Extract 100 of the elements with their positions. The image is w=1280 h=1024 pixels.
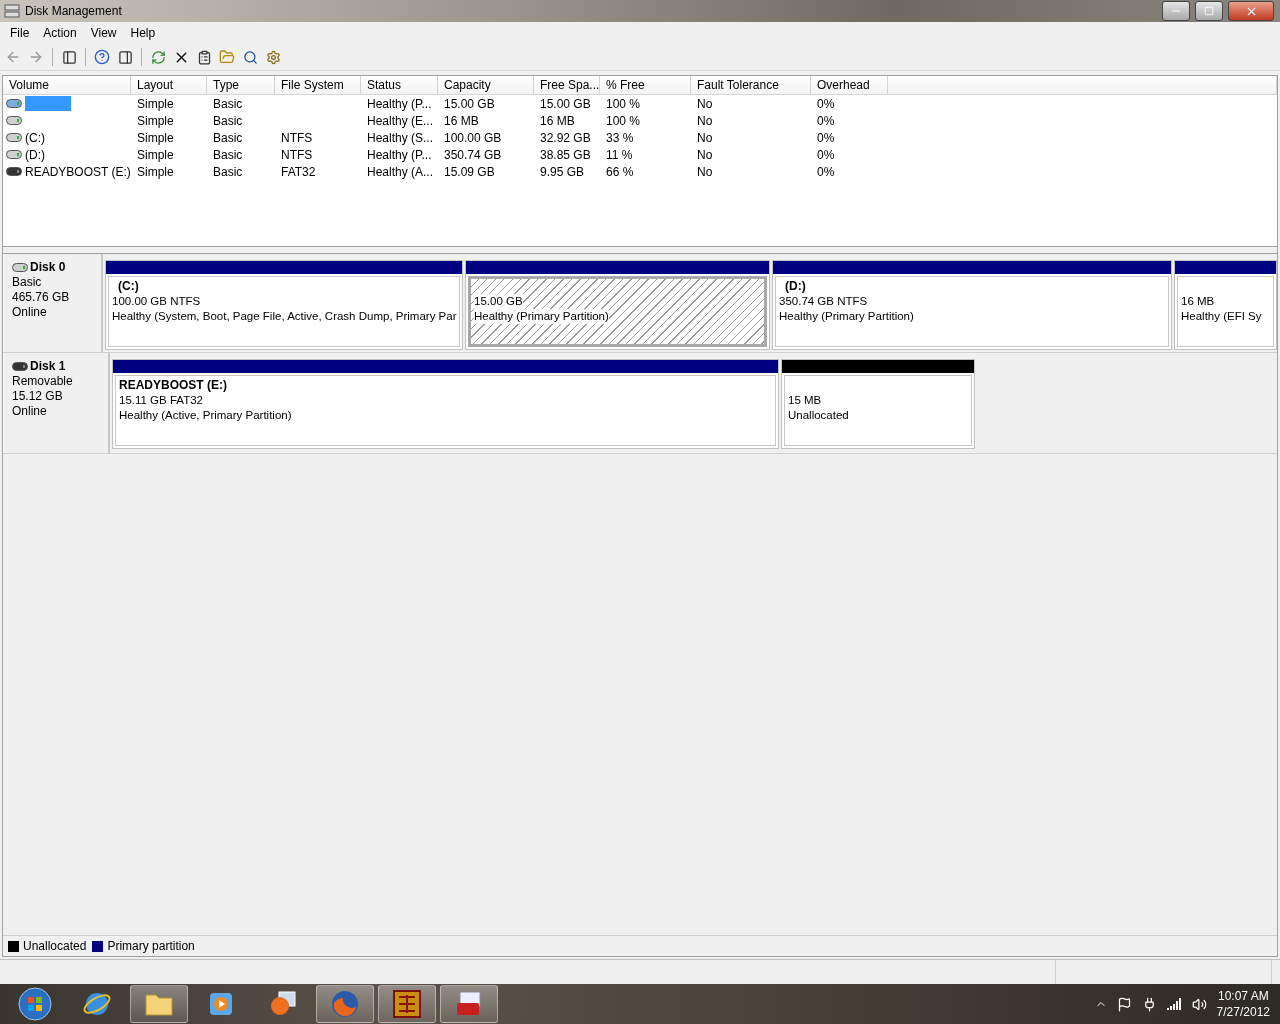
table-row[interactable]: Simple Basic Healthy (E... 16 MB 16 MB 100 % No 0%: [3, 112, 1277, 129]
toolbox-icon[interactable]: [440, 985, 498, 1023]
column-header[interactable]: Status: [361, 76, 438, 95]
menu-item[interactable]: Help: [123, 26, 163, 40]
partition-block[interactable]: READYBOOST (E:) 15.11 GB FAT32 Healthy (Active, Primary Partition): [112, 359, 779, 449]
table-cell: Simple: [137, 147, 174, 162]
disk-status: Online: [12, 305, 48, 320]
table-cell: 11 %: [606, 147, 633, 162]
disk-size: 465.76 GB: [12, 290, 71, 305]
table-cell: 15.00 GB: [444, 96, 495, 111]
folder-icon[interactable]: [130, 985, 188, 1023]
table-cell: No: [697, 164, 713, 179]
column-header[interactable]: Volume: [3, 76, 131, 95]
help-icon[interactable]: [93, 48, 111, 66]
table-cell: 0%: [817, 96, 835, 111]
partition-block[interactable]: (D:) 350.74 GB NTFS Healthy (Primary Partition): [772, 260, 1172, 350]
table-cell: No: [697, 113, 713, 128]
disk-info-panel[interactable]: Disk 1 Removable 15.12 GB Online: [3, 353, 110, 453]
table-cell: 15.09 GB: [444, 164, 495, 179]
table-cell: 33 %: [606, 130, 634, 145]
partition-status: Healthy (EFI Sy: [1181, 309, 1262, 324]
column-header[interactable]: Fault Tolerance: [691, 76, 811, 95]
table-cell: Basic: [213, 113, 243, 128]
minimize-button[interactable]: [1162, 1, 1190, 21]
partition-status: Healthy (System, Boot, Page File, Active, Crash Dump, Primary Par: [112, 309, 457, 324]
flag-icon[interactable]: [1116, 996, 1132, 1012]
table-cell: Basic: [213, 164, 243, 179]
disk-size: 15.12 GB: [12, 389, 64, 404]
legend-label: Unallocated: [23, 939, 87, 953]
table-cell: NTFS: [281, 130, 313, 145]
table-cell: 350.74 GB: [444, 147, 502, 162]
table-cell: 16 MB: [540, 113, 575, 128]
table-cell: READYBOOST (E:): [25, 164, 131, 179]
folder-icon[interactable]: [218, 48, 236, 66]
drive-icon: [12, 263, 28, 272]
clock[interactable]: 10:07 AM 7/27/2012: [1216, 988, 1270, 1020]
menu-item[interactable]: Action: [36, 26, 84, 40]
settings-icon[interactable]: [264, 48, 282, 66]
table-cell: Simple: [137, 113, 174, 128]
app-icon: [4, 4, 20, 18]
table-row[interactable]: (C:) Simple Basic NTFS Healthy (S... 100.00 GB 32.92 GB 33 % No 0%: [3, 129, 1277, 146]
signal-icon[interactable]: [1166, 998, 1182, 1010]
partition-block[interactable]: (C:) 100.00 GB NTFS Healthy (System, Boot, Page File, Active, Crash Dump, Primary Par: [105, 260, 463, 350]
table-cell: Basic: [213, 96, 243, 111]
table-cell: (D:): [25, 147, 45, 162]
column-header[interactable]: Free Spa...: [534, 76, 600, 95]
table-cell: Simple: [137, 130, 174, 145]
close-button[interactable]: [1228, 1, 1274, 21]
table-cell: 0%: [817, 164, 835, 179]
menu-item[interactable]: File: [3, 26, 37, 40]
table-cell: 32.92 GB: [540, 130, 591, 145]
table-cell: No: [697, 147, 713, 162]
partition-label: READYBOOST (E:): [119, 378, 228, 393]
disk-name: Disk 0: [30, 260, 66, 275]
maximize-icon: [1204, 6, 1214, 16]
table-cell: No: [697, 96, 713, 111]
table-row[interactable]: READYBOOST (E:) Simple Basic FAT32 Healthy (A... 15.09 GB 9.95 GB 66 % No 0%: [3, 163, 1277, 180]
panel-icon[interactable]: [60, 48, 78, 66]
partition-status: Healthy (Primary Partition): [779, 309, 914, 324]
column-header[interactable]: Layout: [131, 76, 207, 95]
table-row[interactable]: (D:) Simple Basic NTFS Healthy (P... 350.74 GB 38.85 GB 11 % No 0%: [3, 146, 1277, 163]
menu-item[interactable]: View: [83, 26, 124, 40]
table-cell: FAT32: [281, 164, 316, 179]
column-header[interactable]: File System: [275, 76, 361, 95]
partition-size: 100.00 GB NTFS: [112, 294, 201, 309]
table-cell: 100.00 GB: [444, 130, 502, 145]
partition-block[interactable]: 16 MB Healthy (EFI Sy: [1174, 260, 1277, 350]
table-cell: 0%: [817, 147, 835, 162]
table-row[interactable]: Simple Basic Healthy (P... 15.00 GB 15.00 GB 100 % No 0%: [3, 95, 1277, 112]
column-header[interactable]: % Free: [600, 76, 691, 95]
table-cell: Simple: [137, 164, 174, 179]
table-cell: 66 %: [606, 164, 634, 179]
drive-icon: [6, 99, 22, 108]
search-icon[interactable]: [241, 48, 259, 66]
partition-status: Healthy (Active, Primary Partition): [119, 408, 292, 423]
partition-size: 15.11 GB FAT32: [119, 393, 203, 408]
table-cell: 38.85 GB: [540, 147, 591, 162]
table-cell: Healthy (S...: [367, 130, 434, 145]
column-header[interactable]: Type: [207, 76, 275, 95]
table-cell: NTFS: [281, 147, 313, 162]
table-cell: 0%: [817, 130, 835, 145]
table-cell: 9.95 GB: [540, 164, 585, 179]
partition-block[interactable]: 15.00 GB Healthy (Primary Partition): [465, 260, 770, 350]
column-header[interactable]: Capacity: [438, 76, 534, 95]
table-cell: Healthy (E...: [367, 113, 434, 128]
drive-icon: [6, 133, 22, 142]
panel-icon[interactable]: [116, 48, 134, 66]
maximize-button[interactable]: [1195, 1, 1223, 21]
disk-type: Basic: [12, 275, 43, 290]
partition-block[interactable]: 15 MB Unallocated: [781, 359, 975, 449]
table-cell: 100 %: [606, 96, 641, 111]
legend-label: Primary partition: [107, 939, 195, 953]
disk-info-panel[interactable]: Disk 0 Basic 465.76 GB Online: [3, 254, 103, 352]
drive-icon: [6, 116, 22, 125]
refresh-icon[interactable]: [149, 48, 167, 66]
column-header[interactable]: Overhead: [811, 76, 888, 95]
table-cell: 0%: [817, 113, 835, 128]
table-cell: Healthy (P...: [367, 147, 432, 162]
table-cell: 15.00 GB: [540, 96, 591, 111]
volume-icon[interactable]: [1191, 996, 1207, 1012]
